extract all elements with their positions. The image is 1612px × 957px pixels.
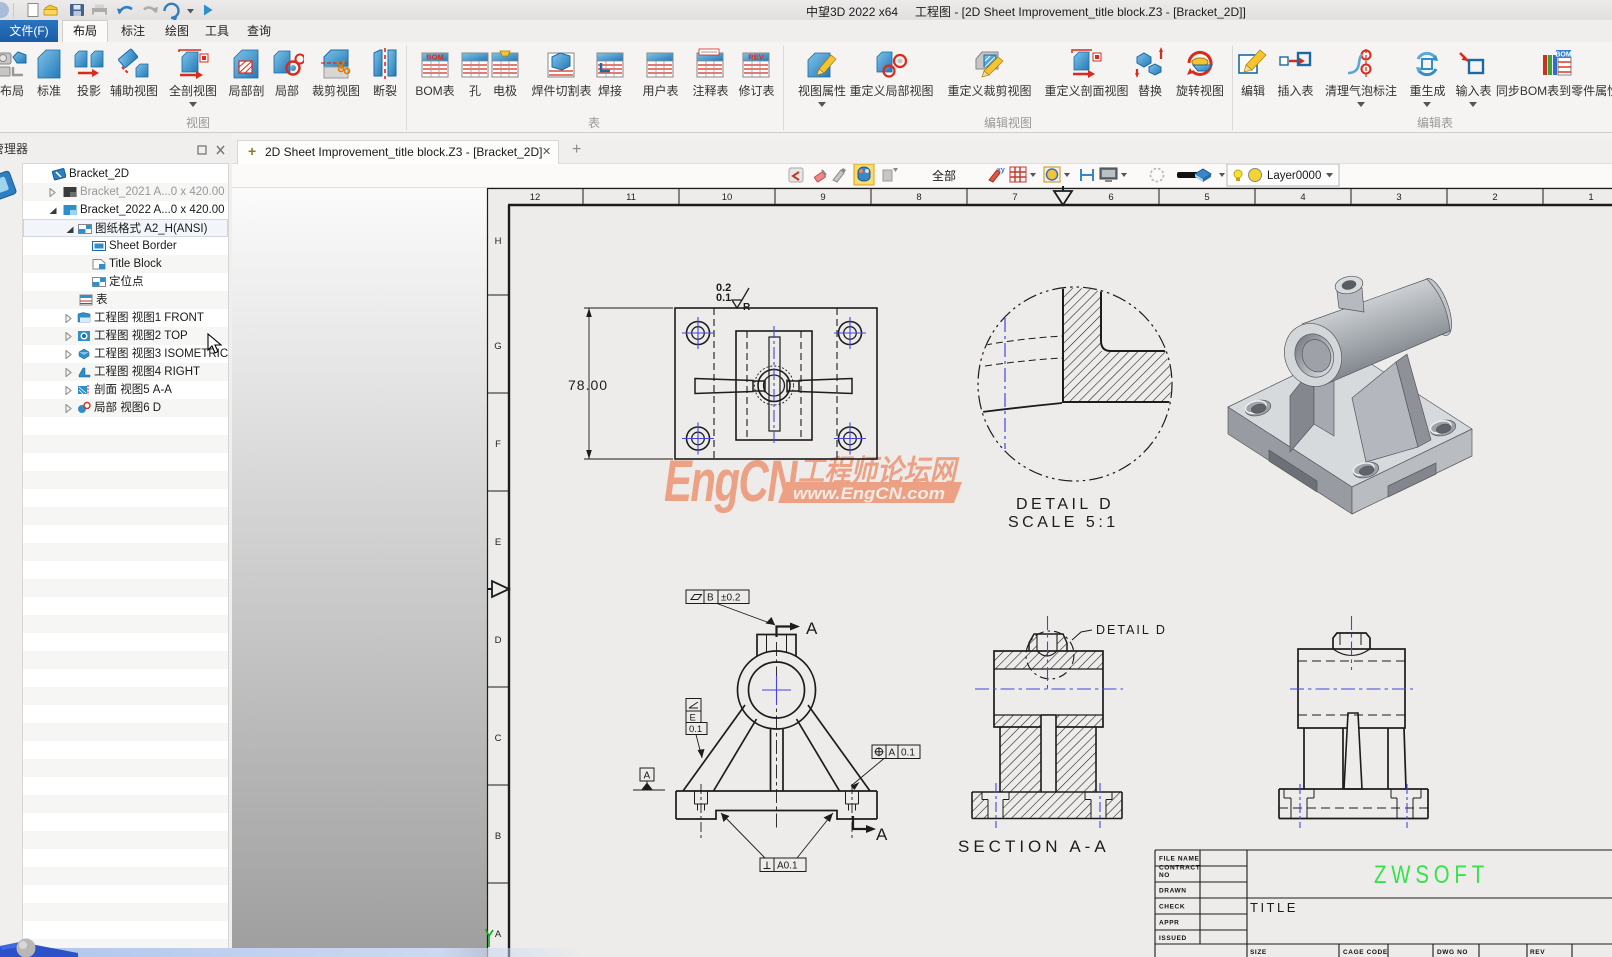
svg-text:BOM: BOM bbox=[426, 53, 444, 62]
svg-text:BOM: BOM bbox=[1555, 52, 1572, 59]
svg-text:REV: REV bbox=[748, 53, 763, 62]
